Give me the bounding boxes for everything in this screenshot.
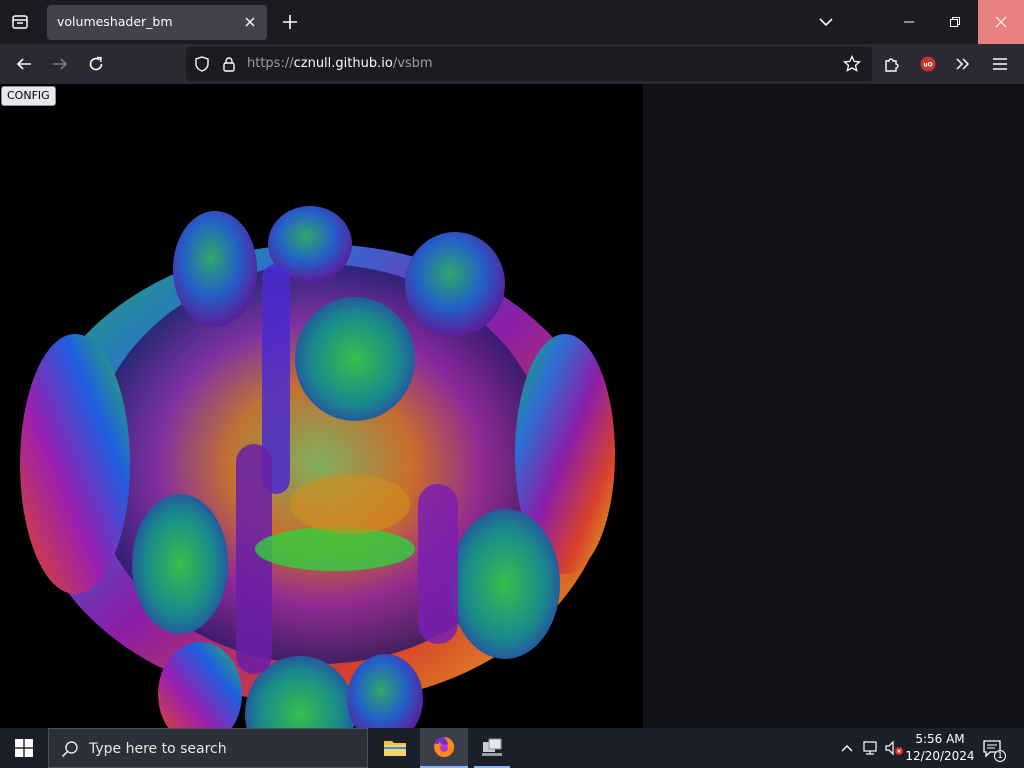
reload-icon: [89, 56, 103, 71]
url-host: cznull.github.io: [293, 56, 393, 71]
tab-close-button[interactable]: [241, 13, 259, 31]
fractal-render-image: [20, 206, 615, 728]
restore-button[interactable]: [932, 0, 978, 44]
minimize-icon: [904, 21, 914, 23]
hamburger-icon: [993, 58, 1007, 70]
taskbar-search-box[interactable]: Type here to search: [48, 728, 368, 768]
taskbar-clock[interactable]: 5:56 AM 12/20/2024: [904, 731, 976, 765]
notification-center-button[interactable]: 1: [980, 736, 1006, 762]
ublock-origin-button[interactable]: uO: [912, 48, 944, 80]
clock-date: 12/20/2024: [905, 749, 975, 763]
firefox-view-icon: [12, 15, 28, 29]
folder-icon: [384, 741, 406, 756]
firefox-view-button[interactable]: [4, 6, 36, 38]
taskbar-file-explorer[interactable]: [371, 728, 419, 768]
bookmark-star-icon[interactable]: [843, 55, 861, 73]
list-all-tabs-button[interactable]: [808, 6, 844, 38]
ublock-icon: uO: [920, 56, 936, 72]
navigation-toolbar: https://cznull.github.io/vsbm uO: [0, 44, 1024, 84]
forward-button[interactable]: [44, 48, 76, 80]
start-button[interactable]: [0, 728, 48, 768]
close-window-button[interactable]: [978, 0, 1024, 44]
taskbar-firefox[interactable]: [420, 728, 468, 768]
arrow-right-icon: [53, 58, 68, 70]
extensions-button[interactable]: [876, 48, 908, 80]
url-path: /vsbm: [392, 56, 433, 71]
new-tab-button[interactable]: [274, 6, 306, 38]
url-text[interactable]: https://cznull.github.io/vsbm: [247, 56, 433, 71]
network-tray-icon[interactable]: [861, 738, 881, 758]
tab-volumeshader[interactable]: volumeshader_bm: [47, 5, 267, 40]
lock-icon[interactable]: [220, 55, 238, 73]
windows-logo-icon: [15, 739, 33, 757]
close-icon: [995, 16, 1007, 28]
show-hidden-icons-button[interactable]: [837, 738, 857, 758]
tab-bar: volumeshader_bm: [0, 0, 1024, 44]
config-button[interactable]: CONFIG: [1, 86, 56, 106]
more-tools-button[interactable]: [947, 48, 979, 80]
minimize-button[interactable]: [886, 0, 932, 44]
reload-button[interactable]: [80, 48, 112, 80]
volume-muted-tray-icon[interactable]: [884, 738, 904, 758]
menu-button[interactable]: [984, 48, 1016, 80]
render-canvas[interactable]: CONFIG: [0, 84, 643, 728]
url-protocol: https://: [247, 56, 294, 71]
chevron-down-icon: [819, 18, 833, 27]
double-chevron-right-icon: [956, 58, 970, 70]
shield-icon[interactable]: [193, 55, 211, 73]
arrow-left-icon: [16, 58, 31, 70]
page-content: CONFIG: [0, 84, 1024, 728]
tab-title: volumeshader_bm: [57, 14, 173, 29]
svg-text:uO: uO: [923, 62, 932, 69]
back-button[interactable]: [8, 48, 40, 80]
network-computer-icon: [482, 738, 502, 756]
taskbar-app-3[interactable]: [468, 728, 516, 768]
chevron-up-icon: [841, 745, 853, 752]
search-placeholder: Type here to search: [89, 741, 227, 757]
search-icon: [61, 741, 78, 758]
url-bar[interactable]: https://cznull.github.io/vsbm: [186, 47, 872, 81]
clock-time: 5:56 AM: [915, 732, 965, 746]
close-icon: [245, 17, 255, 27]
taskbar: Type here to search 5:56 AM 12/20/2024 1: [0, 728, 1024, 768]
puzzle-icon: [885, 58, 899, 72]
firefox-icon: [434, 736, 455, 757]
plus-icon: [283, 15, 297, 29]
restore-icon: [950, 17, 960, 27]
notification-count: 1: [994, 750, 1006, 762]
